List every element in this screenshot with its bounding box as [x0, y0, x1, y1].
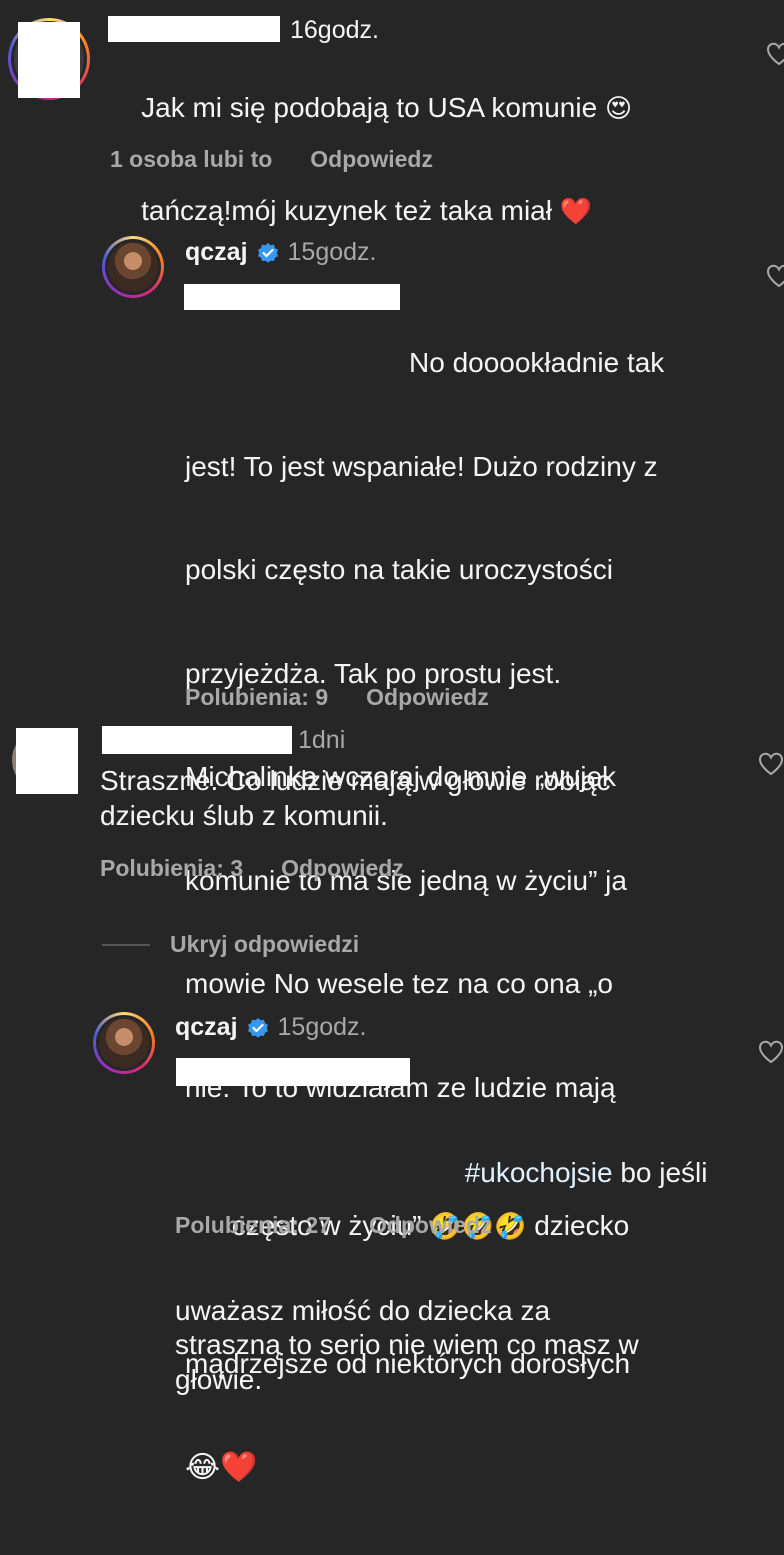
comment-actions: Polubienia: 9 Odpowiedz [185, 684, 489, 711]
hide-replies-label[interactable]: Ukryj odpowiedzi [170, 931, 359, 958]
username-redaction [108, 16, 280, 42]
avatar [99, 1018, 149, 1068]
username[interactable]: qczaj [175, 1013, 238, 1042]
avatar-ring[interactable] [93, 1012, 155, 1074]
heart-icon[interactable] [758, 1040, 784, 1064]
comment-time: 15godz. [277, 1013, 367, 1041]
comment-text-line-b: tańczą!mój kuzynek też taka miał [141, 195, 560, 226]
comment-text: #ukochojsie bo jeśli uważasz miłość do d… [175, 1052, 745, 1466]
comment-line: No dooookładnie tak [409, 347, 665, 378]
reply-button[interactable]: Odpowiedz [281, 855, 404, 882]
heart-icon[interactable] [766, 42, 784, 66]
likes-count[interactable]: Polubienia: 3 [100, 855, 243, 882]
comment-actions: Polubienia: 3 Odpowiedz [100, 855, 404, 882]
comment-line: mowie No wesele tez na co ona „o [185, 968, 613, 999]
heart-icon[interactable] [766, 264, 784, 288]
heart-icon[interactable] [758, 752, 784, 776]
comment-actions: 1 osoba lubi to Odpowiedz [110, 146, 433, 173]
comment-line: bo jeśli [612, 1156, 708, 1188]
heart-eyes-emoji: 😍 [604, 92, 633, 123]
comment-time: 15godz. [287, 238, 377, 266]
avatar-redaction [16, 728, 78, 794]
avatar [108, 242, 158, 292]
comment-body: uważasz miłość do dziecka za straszną to… [175, 1294, 639, 1395]
red-heart-emoji: ❤️ [559, 196, 593, 226]
comment-time: 1dni [298, 726, 346, 754]
comment-time: 16godz. [290, 16, 379, 44]
reply-button[interactable]: Odpowiedz [310, 146, 433, 173]
comment-meta: qczaj 15godz. [185, 238, 377, 267]
hashtag-link[interactable]: #ukochojsie [465, 1157, 613, 1188]
divider [102, 943, 150, 946]
comment-meta: qczaj 15godz. [175, 1013, 367, 1042]
comment-line: jest! To jest wspaniałe! Dużo rodziny z [185, 450, 658, 482]
username[interactable]: qczaj [185, 238, 248, 267]
comment-text: Straszne. Co ludzie mają w głowie robiąc… [100, 765, 611, 831]
username-redaction [102, 726, 292, 754]
likes-count[interactable]: 1 osoba lubi to [110, 146, 272, 173]
reply-button[interactable]: Odpowiedz [366, 684, 489, 711]
avatar-ring[interactable] [102, 236, 164, 298]
comment-text-line-a: Jak mi się podobają to USA komunie [141, 91, 605, 123]
verified-badge-icon [257, 242, 278, 263]
likes-count[interactable]: Polubienia: 27 [175, 1212, 331, 1239]
avatar-redaction [18, 22, 80, 98]
comment-line: polski często na takie uroczystości [185, 554, 613, 585]
hide-replies[interactable]: Ukryj odpowiedzi [102, 931, 359, 958]
verified-badge-icon [247, 1017, 268, 1038]
reply-button[interactable]: Odpowiedz [369, 1212, 492, 1239]
comment-actions: Polubienia: 27 Odpowiedz [175, 1212, 492, 1239]
likes-count[interactable]: Polubienia: 9 [185, 684, 328, 711]
